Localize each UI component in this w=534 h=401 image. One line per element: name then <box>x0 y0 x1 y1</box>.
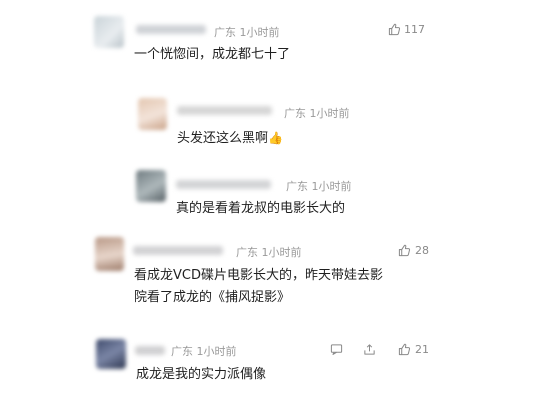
comment-meta: 广东 1小时前 <box>214 24 280 40</box>
thumbs-up-emoji: 👍 <box>268 131 283 145</box>
reply-icon[interactable] <box>330 343 343 356</box>
avatar[interactable] <box>138 98 167 130</box>
like-count: 21 <box>415 343 429 356</box>
thumbs-up-icon[interactable] <box>398 244 411 257</box>
timestamp: 1小时前 <box>261 246 302 259</box>
username[interactable] <box>177 106 272 115</box>
comment-text: 真的是看着龙叔的电影长大的 <box>176 201 346 216</box>
comment-text: 成龙是我的实力派偶像 <box>136 367 267 382</box>
username[interactable] <box>135 346 165 355</box>
location: 广东 <box>236 246 258 259</box>
comment-text-line-1: 看成龙VCD碟片电影长大的，昨天带娃去影 <box>134 268 383 283</box>
comment-body: 头发还这么黑啊 <box>177 131 269 146</box>
username[interactable] <box>133 246 223 255</box>
comment-meta: 广东 1小时前 <box>171 343 237 359</box>
location: 广东 <box>214 26 236 39</box>
username[interactable] <box>136 25 206 34</box>
comment-text: 头发还这么黑啊👍 <box>177 128 283 149</box>
comment-meta: 广东 1小时前 <box>286 178 352 194</box>
timestamp: 1小时前 <box>196 345 237 358</box>
location: 广东 <box>286 180 308 193</box>
comment-meta: 广东 1小时前 <box>284 105 350 121</box>
comment-meta: 广东 1小时前 <box>236 244 302 260</box>
share-icon[interactable] <box>363 343 376 356</box>
avatar[interactable] <box>96 339 126 369</box>
timestamp: 1小时前 <box>239 26 280 39</box>
avatar[interactable] <box>94 16 124 48</box>
comment-text-line-2: 院看了成龙的《捕风捉影》 <box>134 290 291 305</box>
location: 广东 <box>171 345 193 358</box>
timestamp: 1小时前 <box>311 180 352 193</box>
thumbs-up-icon[interactable] <box>388 23 401 36</box>
like-count: 117 <box>404 23 425 36</box>
username[interactable] <box>176 180 271 189</box>
location: 广东 <box>284 107 306 120</box>
like-count: 28 <box>415 244 429 257</box>
avatar[interactable] <box>136 170 166 202</box>
avatar[interactable] <box>95 237 124 271</box>
thumbs-up-icon[interactable] <box>398 343 411 356</box>
timestamp: 1小时前 <box>309 107 350 120</box>
comment-text: 一个恍惚间，成龙都七十了 <box>134 47 291 62</box>
